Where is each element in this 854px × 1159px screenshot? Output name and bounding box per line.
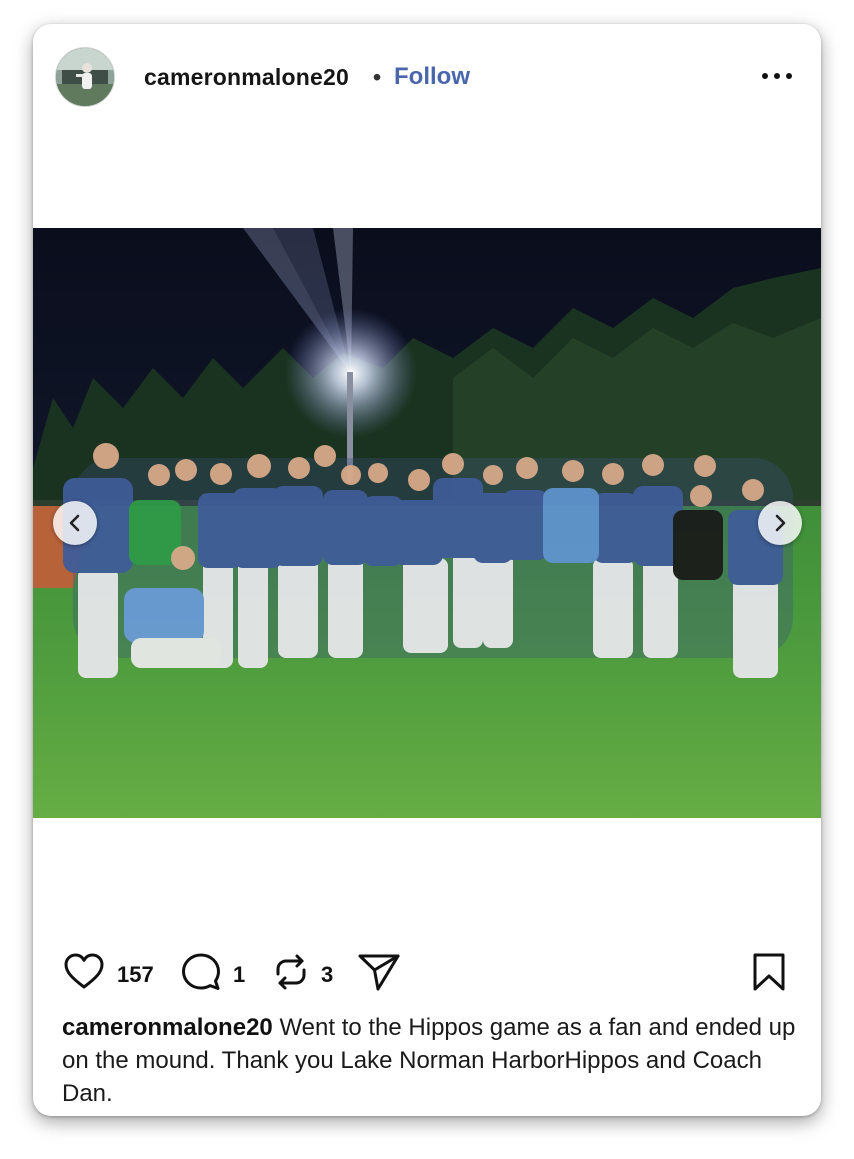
team-photo-image <box>33 228 821 818</box>
post-card: cameronmalone20 • Follow 157 1 3 cameron… <box>33 24 821 1116</box>
repost-icon[interactable] <box>269 950 313 994</box>
caption-username[interactable]: cameronmalone20 <box>62 1014 273 1041</box>
post-header: cameronmalone20 • Follow <box>33 24 821 128</box>
comment-icon[interactable] <box>179 950 223 994</box>
post-username[interactable]: cameronmalone20 <box>144 64 349 91</box>
avatar-image <box>56 48 114 106</box>
chevron-left-icon[interactable] <box>53 501 97 545</box>
reposts-count: 3 <box>321 962 334 987</box>
action-bar: 157 1 3 <box>33 944 821 1000</box>
heart-icon[interactable] <box>62 950 106 994</box>
likes-count: 157 <box>117 962 154 987</box>
post-caption: cameronmalone20 Went to the Hippos game … <box>62 1011 802 1110</box>
comments-count: 1 <box>233 962 246 987</box>
send-icon[interactable] <box>357 950 401 994</box>
bookmark-icon[interactable] <box>749 950 789 994</box>
more-options-icon[interactable] <box>759 64 795 88</box>
chevron-right-icon[interactable] <box>758 501 802 545</box>
avatar[interactable] <box>55 47 115 107</box>
post-photo[interactable] <box>33 228 821 818</box>
follow-button[interactable]: Follow <box>394 63 470 91</box>
separator-dot: • <box>373 64 382 90</box>
